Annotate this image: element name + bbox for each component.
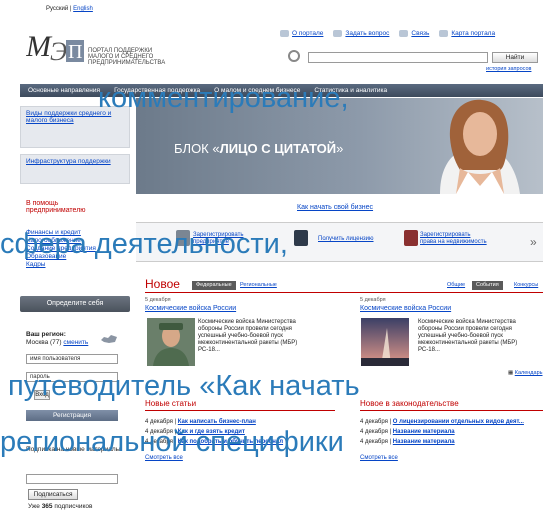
svg-text:Э: Э [50, 37, 67, 66]
search-button[interactable]: Найти [492, 52, 538, 63]
page-icon [280, 30, 289, 37]
search-input[interactable] [308, 52, 488, 63]
laws-divider [360, 410, 543, 411]
sidebar-item-infrastructure[interactable]: Инфраструктура поддержки [20, 154, 130, 184]
news-date: 5 декабря [360, 297, 386, 303]
subscribers-suffix: подписчиков [52, 503, 93, 510]
logo-caption: ПОРТАЛ ПОДДЕРЖКИ МАЛОГО И СРЕДНЕГО ПРЕДП… [88, 48, 165, 66]
tab-federal[interactable]: Федеральные [192, 281, 236, 290]
banner-suffix: » [336, 141, 344, 156]
articles-divider [145, 410, 335, 411]
laws-title: Новое в законодательстве [360, 399, 459, 408]
subscribe-email-field[interactable] [26, 474, 118, 484]
news-title-link[interactable]: Космические войска России [360, 305, 451, 312]
top-link-ask[interactable]: Задать вопрос [333, 30, 389, 37]
subscribe-button[interactable]: Подписаться [28, 489, 78, 500]
general-photo-image[interactable] [147, 318, 195, 366]
russia-map-icon [101, 335, 117, 343]
start-business-link[interactable]: Как начать свой бизнес [297, 204, 373, 211]
lang-english-link[interactable]: English [73, 6, 93, 12]
define-yourself-button[interactable]: Определите себя [20, 296, 130, 312]
news-date: 5 декабря [145, 297, 171, 303]
svg-text:П: П [68, 41, 82, 63]
calendar-link[interactable]: ▦ Календарь [508, 370, 543, 376]
mail-icon [399, 30, 409, 37]
region-name: Москва (77) [26, 339, 62, 346]
woman-portrait-image [440, 99, 520, 194]
carousel-item-label[interactable]: права на недвижимость [420, 239, 487, 246]
list-item[interactable]: 4 декабря | О лицензировании отдельных в… [360, 418, 524, 427]
calendar-icon: ▦ [508, 370, 515, 376]
svg-text:М: М [26, 30, 53, 63]
tab-regional[interactable]: Региональные [236, 281, 281, 290]
search-history-link[interactable]: история запросов [486, 66, 531, 72]
region-value: Москва (77) сменить [26, 339, 88, 346]
item-date: 4 декабря | [360, 419, 393, 425]
banner-prefix: БЛОК « [174, 141, 220, 156]
rocket-launch-image[interactable] [361, 318, 409, 366]
top-link-about[interactable]: О портале [280, 30, 323, 37]
tab-contests[interactable]: Конкурсы [510, 281, 542, 290]
region-title: Ваш регион: [26, 331, 66, 338]
register-button[interactable]: Регистрация [26, 410, 118, 421]
carousel-item-label[interactable]: Зарегистрировать [420, 232, 487, 239]
region-change-link[interactable]: сменить [63, 339, 88, 346]
search-icon [288, 50, 300, 62]
carousel-item-label[interactable]: Получить лицензию [318, 236, 374, 243]
question-icon [333, 30, 343, 37]
item-link[interactable]: О лицензировании отдельных видов деят... [393, 419, 524, 425]
banner-bold: ЛИЦО С ЦИТАТОЙ [219, 141, 337, 156]
news-text: Космические войска Министерства обороны … [418, 319, 518, 353]
sidebar-link[interactable]: Кадры [26, 261, 96, 269]
calendar-label[interactable]: Календарь [515, 370, 543, 376]
overlay-caption: комментирование, [98, 82, 349, 114]
logo-icon[interactable]: М Э П [26, 28, 86, 68]
item-date: 4 декабря | [360, 439, 393, 445]
overlay-caption: путеводитель «Как начать [8, 370, 360, 402]
list-item[interactable]: 4 декабря | Название материала [360, 428, 455, 437]
language-switcher: Русский | English [46, 6, 93, 12]
sidebar-item-label[interactable]: Инфраструктура поддержки [26, 158, 111, 165]
top-link-label[interactable]: Карта портала [451, 30, 495, 37]
news-text: Космические войска Министерства обороны … [198, 319, 298, 353]
news-title-link[interactable]: Космические войска России [145, 305, 236, 312]
tab-general[interactable]: Общие [443, 281, 469, 290]
logo-caption-line: ПРЕДПРИНИМАТЕЛЬСТВА [88, 60, 166, 66]
list-item[interactable]: 4 декабря | Название материала [360, 438, 455, 447]
subscribers-prefix: Уже [28, 503, 42, 510]
top-link-contact[interactable]: Связь [399, 30, 429, 37]
item-date: 4 декабря | [360, 429, 393, 435]
carousel-next-icon[interactable]: » [530, 235, 537, 249]
banner-text: БЛОК «ЛИЦО С ЦИТАТОЙ» [174, 141, 343, 156]
carousel-item[interactable]: Получить лицензию [318, 236, 374, 243]
item-date: 4 декабря | [145, 419, 178, 425]
news-title: Новое [145, 277, 180, 291]
sidebar-help-title: В помощь предпринимателю [26, 200, 86, 214]
news-divider [145, 292, 543, 293]
item-link[interactable]: Название материала [393, 429, 455, 435]
property-icon [404, 230, 418, 246]
overlay-caption: региональной специфики [0, 426, 344, 458]
subscribers-count: Уже 365 подписчиков [28, 503, 92, 510]
top-links: О портале Задать вопрос Связь Карта порт… [280, 30, 543, 37]
item-link[interactable]: Название материала [393, 439, 455, 445]
lang-current: Русский [46, 6, 69, 12]
tab-events[interactable]: События [472, 281, 503, 290]
overlay-caption: сфера деятельности, [0, 228, 288, 260]
carousel-item[interactable]: Зарегистрировать права на недвижимость [420, 232, 487, 246]
sitemap-icon [439, 30, 449, 37]
item-link[interactable]: Как написать бизнес-план [178, 419, 256, 425]
subscribers-number: 365 [41, 503, 53, 510]
top-link-label[interactable]: Связь [411, 30, 429, 37]
top-link-label[interactable]: О портале [292, 30, 323, 37]
laws-more-link[interactable]: Смотреть все [360, 454, 398, 463]
license-icon [294, 230, 308, 246]
top-link-label[interactable]: Задать вопрос [345, 30, 389, 37]
username-field[interactable]: имя пользователя [26, 354, 118, 364]
nav-item[interactable]: Основные направления [28, 87, 100, 94]
top-link-sitemap[interactable]: Карта портала [439, 30, 495, 37]
